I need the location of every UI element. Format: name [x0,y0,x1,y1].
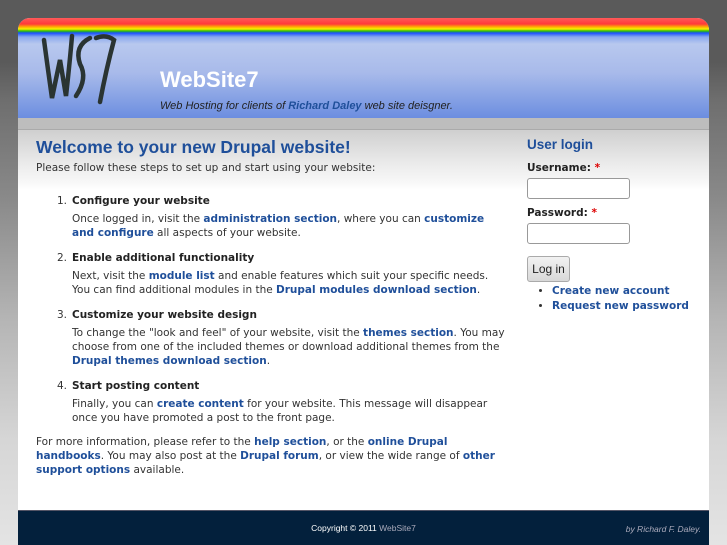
step-title: Start posting content [72,380,200,392]
text: , where you can [337,213,425,225]
step-number: 1. [57,195,68,207]
step-text: To change the "look and feel" of your we… [72,326,506,368]
help-section-link[interactable]: help section [254,436,326,448]
step-text: Finally, you can create content for your… [72,397,506,425]
copyright: Copyright © 2011 WebSite7 [18,523,709,533]
create-content-link[interactable]: create content [157,398,244,410]
page-title: Welcome to your new Drupal website! [36,137,351,157]
username-label: Username: * [527,162,697,175]
text: all aspects of your website. [153,227,301,239]
create-account-link[interactable]: Create new account [552,285,670,297]
footer: Copyright © 2011 WebSite7 by Richard F. … [18,510,709,545]
password-label: Password: * [527,207,697,220]
text: To change the "look and feel" of your we… [72,327,364,339]
text: Finally, you can [72,398,157,410]
step-item: 1. Configure your website Once logged in,… [57,194,506,240]
user-login-block: User login Username: * Password: * Log i… [527,136,697,314]
page: WebSite7 Web Hosting for clients of Rich… [18,18,709,545]
richard-daley-link[interactable]: Richard Daley [288,100,361,112]
step-number: 2. [57,252,68,264]
text: For more information, please refer to th… [36,436,255,448]
step-item: 4. Start posting content Finally, you can… [57,379,506,425]
list-item: Create new account [552,284,697,299]
password-input[interactable] [527,223,630,244]
modules-download-link[interactable]: Drupal modules download section [276,284,477,296]
main-content: Welcome to your new Drupal website! Plea… [36,136,506,477]
ws7-logo[interactable] [40,30,118,106]
themes-section-link[interactable]: themes section [363,327,454,339]
text: , or the [326,436,368,448]
required-marker: * [594,162,601,174]
step-number: 4. [57,380,68,392]
content-area: Welcome to your new Drupal website! Plea… [18,130,709,509]
step-title: Customize your website design [72,309,257,321]
site-slogan: Web Hosting for clients of Richard Daley… [160,100,453,112]
label-text: Password: [527,207,588,219]
drupal-forum-link[interactable]: Drupal forum [240,450,319,462]
text: , or view the wide range of [318,450,463,462]
slogan-text: Web Hosting for clients of [160,100,289,112]
label-text: Username: [527,162,591,174]
site-name[interactable]: WebSite7 [160,67,259,93]
step-text: Once logged in, visit the administration… [72,212,506,240]
user-login-title: User login [527,137,594,152]
slogan-text: web site deisgner. [361,100,453,112]
step-item: 3. Customize your website design To chang… [57,308,506,368]
copyright-text: Copyright © 2011 [311,523,380,533]
administration-section-link[interactable]: administration section [203,213,337,225]
text: . You may also post at the [100,450,241,462]
nav-bar [18,118,709,130]
step-text: Next, visit the module list and enable f… [72,269,506,297]
footer-site-link[interactable]: WebSite7 [379,523,416,533]
login-links: Create new account Request new password [552,284,697,314]
more-info-text: For more information, please refer to th… [36,435,506,477]
login-button[interactable]: Log in [527,256,570,282]
username-input[interactable] [527,178,630,199]
header: WebSite7 Web Hosting for clients of Rich… [18,18,709,118]
request-password-link[interactable]: Request new password [552,300,689,312]
module-list-link[interactable]: module list [149,270,215,282]
step-title: Enable additional functionality [72,252,255,264]
text: Next, visit the [72,270,149,282]
text: Once logged in, visit the [72,213,204,225]
footer-credit: by Richard F. Daley. [625,524,701,534]
required-marker: * [591,207,597,219]
step-title: Configure your website [72,195,210,207]
themes-download-link[interactable]: Drupal themes download section [72,355,267,367]
step-number: 3. [57,309,68,321]
list-item: Request new password [552,299,697,314]
text: . [266,355,271,367]
steps-list: 1. Configure your website Once logged in,… [57,194,506,425]
text: available. [130,464,185,476]
intro-text: Please follow these steps to set up and … [36,162,376,174]
step-item: 2. Enable additional functionality Next, … [57,251,506,297]
text: . [476,284,481,296]
